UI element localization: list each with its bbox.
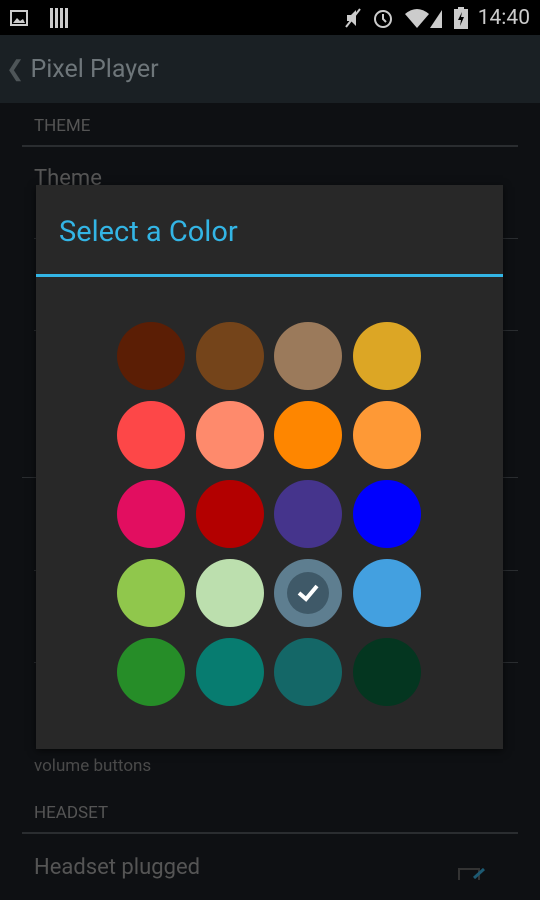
color-swatch[interactable]: [353, 638, 422, 706]
color-swatch[interactable]: [117, 638, 185, 706]
color-swatch[interactable]: [274, 480, 343, 548]
divider: [22, 145, 518, 147]
app-bar: ❮ Pixel Player: [0, 35, 540, 103]
checkbox-icon[interactable]: [458, 868, 486, 880]
color-swatch[interactable]: [195, 480, 264, 548]
color-swatch[interactable]: [195, 559, 264, 627]
color-swatch[interactable]: [195, 322, 264, 390]
chevron-left-icon[interactable]: ❮: [6, 57, 24, 82]
check-icon: [287, 572, 330, 614]
color-swatch[interactable]: [353, 401, 422, 469]
mute-icon: [344, 7, 361, 28]
section-header-headset: HEADSET: [34, 803, 109, 823]
clock: 14:40: [477, 5, 530, 30]
status-bar: 14:40: [0, 0, 540, 35]
title-divider: [36, 274, 503, 277]
color-swatch[interactable]: [117, 480, 185, 548]
setting-headset-plugged[interactable]: Headset plugged: [34, 855, 200, 880]
wifi-icon: [404, 8, 442, 28]
color-swatch[interactable]: [274, 638, 343, 706]
barcode-icon: [50, 7, 68, 28]
color-swatch[interactable]: [195, 638, 264, 706]
dialog-title: Select a Color: [59, 215, 238, 249]
color-swatch[interactable]: [117, 401, 185, 469]
battery-charging-icon: [453, 6, 468, 29]
color-swatch[interactable]: [274, 322, 343, 390]
divider: [22, 832, 518, 834]
color-swatch[interactable]: [117, 322, 185, 390]
color-swatch[interactable]: [195, 401, 264, 469]
color-swatch[interactable]: [353, 480, 422, 548]
color-picker-dialog: Select a Color: [36, 185, 503, 749]
setting-description: volume buttons: [34, 756, 152, 776]
app-title[interactable]: Pixel Player: [30, 55, 158, 84]
color-swatch[interactable]: [274, 559, 343, 627]
color-swatch[interactable]: [117, 559, 185, 627]
color-swatch[interactable]: [274, 401, 343, 469]
image-icon: [10, 9, 28, 26]
alarm-icon: [373, 9, 392, 28]
color-swatch[interactable]: [353, 559, 422, 627]
color-swatch[interactable]: [353, 322, 422, 390]
section-header-theme: THEME: [34, 116, 91, 136]
color-grid: [117, 322, 422, 706]
